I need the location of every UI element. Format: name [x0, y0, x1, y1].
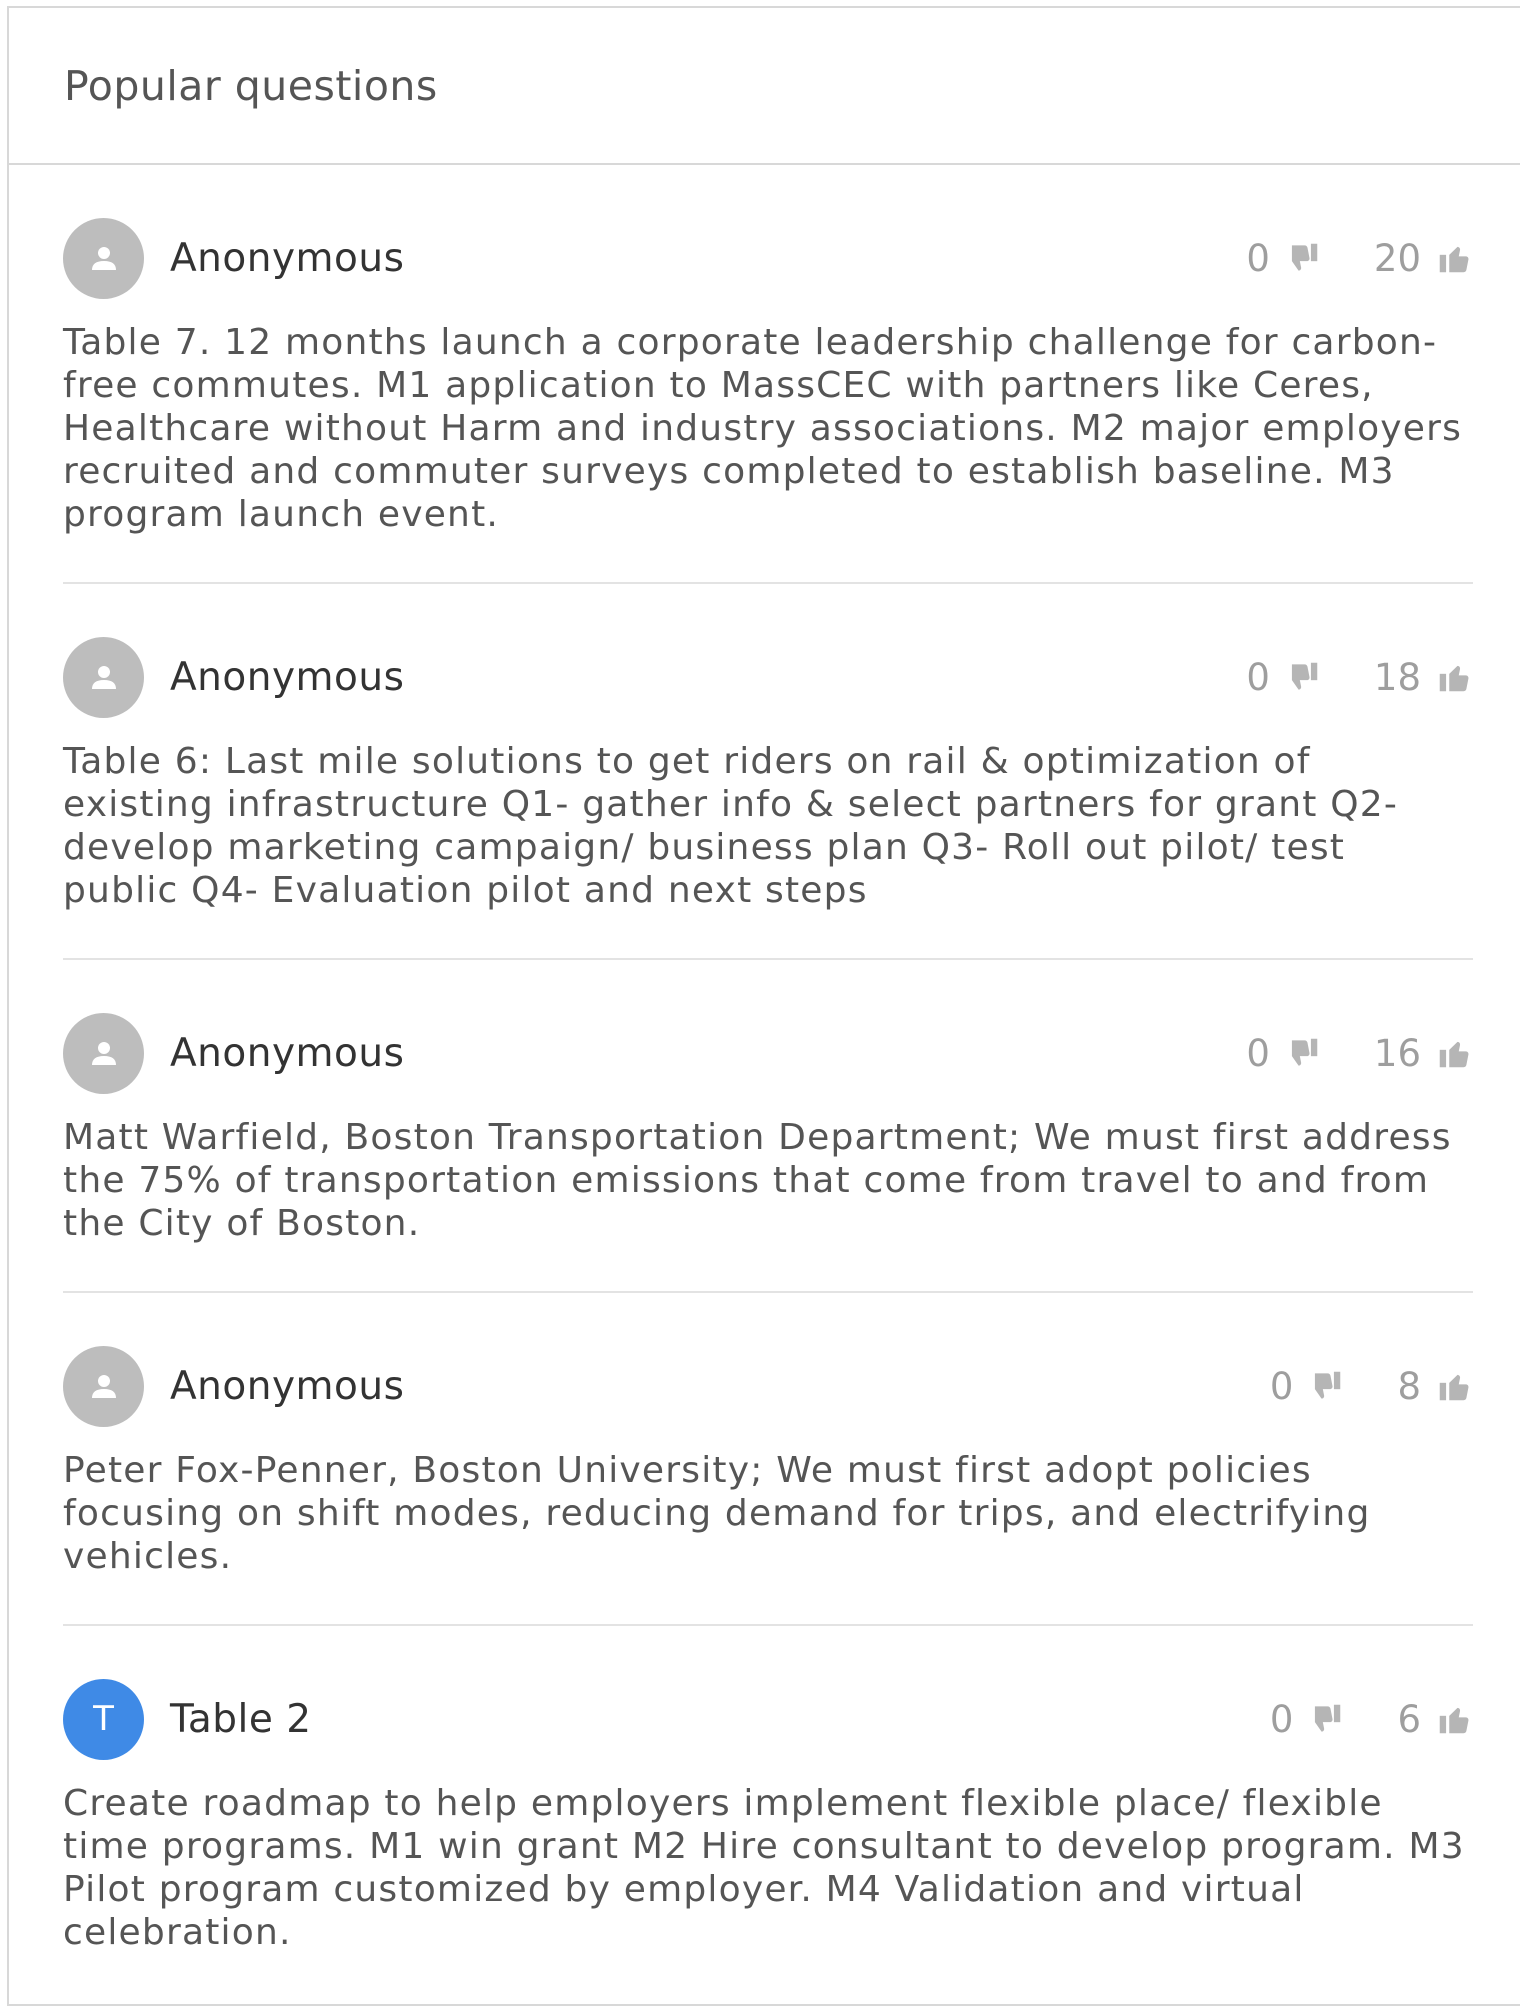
question-item[interactable]: Anonymous 0 8 Peter Fox-Penner, Boston U… — [63, 1293, 1473, 1626]
thumbs-down-icon — [1312, 1704, 1341, 1732]
upvote-count: 16 — [1373, 1031, 1421, 1075]
panel-title: Popular questions — [64, 61, 438, 110]
vote-controls: 0 8 — [1270, 1345, 1473, 1427]
thumbs-up-icon — [1439, 665, 1469, 692]
thumbs-up-icon — [1439, 1707, 1469, 1734]
upvote-button[interactable]: 18 — [1374, 656, 1473, 699]
author-name: Anonymous — [170, 1363, 405, 1409]
question-header: Anonymous 0 18 — [63, 636, 1473, 718]
avatar — [63, 1345, 144, 1427]
avatar — [63, 217, 144, 299]
upvote-button[interactable]: 8 — [1397, 1365, 1473, 1408]
thumbs-up-icon — [1439, 246, 1469, 273]
question-header: Anonymous 0 8 — [63, 1345, 1473, 1427]
vote-controls: 0 6 — [1270, 1678, 1473, 1760]
question-text: Table 6: Last mile solutions to get ride… — [63, 741, 1399, 911]
downvote-count: 0 — [1269, 1697, 1294, 1741]
upvote-count: 18 — [1373, 655, 1421, 699]
downvote-button[interactable]: 0 — [1270, 1365, 1346, 1408]
author-name: Anonymous — [170, 235, 405, 281]
question-list: Anonymous 0 20 Table 7. 12 months launch… — [9, 165, 1473, 2000]
downvote-button[interactable]: 0 — [1246, 1032, 1322, 1075]
thumbs-down-icon — [1288, 662, 1318, 690]
upvote-button[interactable]: 20 — [1374, 237, 1473, 280]
thumbs-up-icon — [1439, 1041, 1469, 1068]
downvote-count: 0 — [1269, 1364, 1294, 1408]
thumbs-down-icon — [1312, 1371, 1341, 1399]
popular-questions-panel: Popular questions Anonymous 0 20 Table 7… — [7, 6, 1520, 2006]
user-icon — [91, 666, 116, 689]
upvote-count: 20 — [1373, 236, 1421, 280]
vote-controls: 0 20 — [1246, 217, 1473, 299]
question-item[interactable]: T Table 2 0 6 Create roadmap to help emp… — [63, 1626, 1473, 2000]
author-name: Anonymous — [170, 1030, 405, 1076]
question-header: T Table 2 0 6 — [63, 1678, 1473, 1760]
user-icon — [91, 247, 116, 270]
thumbs-down-icon — [1288, 1038, 1318, 1066]
downvote-button[interactable]: 0 — [1246, 237, 1322, 280]
author-name: Anonymous — [170, 654, 405, 700]
upvote-button[interactable]: 6 — [1397, 1698, 1473, 1741]
question-item[interactable]: Anonymous 0 18 Table 6: Last mile soluti… — [63, 584, 1473, 960]
upvote-count: 6 — [1397, 1697, 1421, 1741]
question-header: Anonymous 0 20 — [63, 217, 1473, 299]
avatar — [63, 1012, 144, 1094]
vote-controls: 0 16 — [1246, 1012, 1473, 1094]
user-icon — [91, 1375, 116, 1398]
author-name: Table 2 — [170, 1696, 312, 1742]
question-item[interactable]: Anonymous 0 16 Matt Warfield, Boston Tra… — [63, 960, 1473, 1293]
thumbs-down-icon — [1288, 243, 1318, 271]
question-item[interactable]: Anonymous 0 20 Table 7. 12 months launch… — [63, 165, 1473, 584]
downvote-count: 0 — [1246, 655, 1270, 699]
avatar: T — [63, 1678, 144, 1760]
user-icon — [91, 1042, 116, 1065]
panel-header: Popular questions — [9, 8, 1520, 165]
question-header: Anonymous 0 16 — [63, 1012, 1473, 1094]
question-text: Matt Warfield, Boston Transportation Dep… — [63, 1117, 1452, 1244]
upvote-count: 8 — [1397, 1364, 1421, 1408]
thumbs-up-icon — [1439, 1374, 1469, 1401]
question-text: Table 7. 12 months launch a corporate le… — [63, 322, 1463, 535]
question-text: Peter Fox-Penner, Boston University; We … — [63, 1450, 1371, 1577]
downvote-count: 0 — [1246, 236, 1270, 280]
avatar-letter: T — [93, 1699, 114, 1739]
avatar — [63, 636, 144, 718]
downvote-count: 0 — [1246, 1031, 1270, 1075]
downvote-button[interactable]: 0 — [1270, 1698, 1346, 1741]
downvote-button[interactable]: 0 — [1246, 656, 1322, 699]
upvote-button[interactable]: 16 — [1374, 1032, 1473, 1075]
vote-controls: 0 18 — [1246, 636, 1473, 718]
question-text: Create roadmap to help employers impleme… — [63, 1783, 1465, 1953]
